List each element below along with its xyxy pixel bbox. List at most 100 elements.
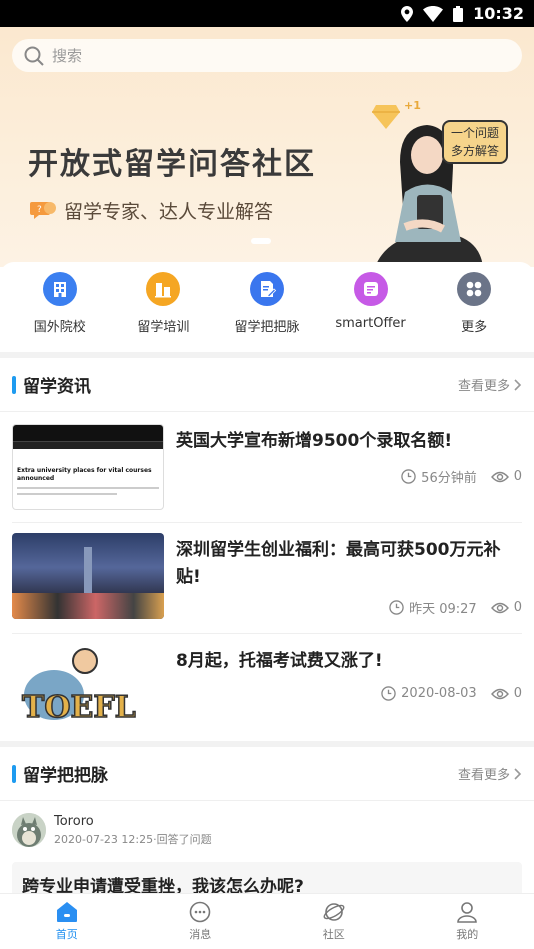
- battery-icon: [453, 5, 464, 22]
- news-meta: 2020-08-03 0: [381, 686, 522, 701]
- section-accent-bar: [12, 764, 16, 783]
- news-item[interactable]: 深圳留学生创业福利：最高可获500万元补贴! 昨天 09:27 0: [12, 533, 522, 634]
- home-icon: [56, 902, 77, 922]
- quicknav-schools[interactable]: 国外院校: [15, 272, 105, 352]
- banner-pager-dot: [251, 238, 271, 244]
- offer-icon: [353, 272, 388, 306]
- search-icon: [24, 46, 44, 66]
- clock-icon: [401, 469, 416, 484]
- qa-more-link[interactable]: 查看更多: [458, 764, 522, 783]
- quicknav-label: 更多: [461, 320, 488, 335]
- thumb-person: [72, 648, 98, 674]
- tab-label: 我的: [456, 928, 479, 941]
- news-meta: 昨天 09:27 0: [389, 598, 522, 617]
- location-icon: [401, 5, 414, 22]
- news-time-text: 昨天 09:27: [409, 602, 477, 617]
- quicknav-label: smartOffer: [335, 316, 406, 331]
- news-item[interactable]: TOEFL 8月起，托福考试费又涨了! 2020-08-03 0: [12, 644, 522, 739]
- promo-banner[interactable]: 搜索 开放式留学问答社区 ? 留学专家、达人专业解答 +1 一个问题 多方解答: [0, 27, 534, 267]
- news-views: 0: [490, 469, 522, 484]
- news-thumbnail: Extra university places for vital course…: [12, 424, 164, 510]
- thumb-tower: [84, 547, 92, 599]
- news-views: 0: [490, 686, 522, 701]
- thumb-header-bar: [13, 425, 163, 441]
- user-icon: [457, 902, 478, 923]
- qa-author[interactable]: Tororo 2020-07-23 12:25·回答了问题: [12, 813, 212, 847]
- tab-label: 首页: [55, 928, 78, 941]
- quicknav-label: 留学培训: [137, 320, 190, 335]
- tab-home[interactable]: 首页: [27, 901, 107, 942]
- status-bar: 10:32: [0, 0, 534, 27]
- eye-icon: [490, 688, 509, 699]
- thumb-headline: Extra university places for vital course…: [17, 467, 152, 482]
- tab-profile[interactable]: 我的: [427, 901, 507, 942]
- qa-section-title: 留学把把脉: [12, 761, 108, 786]
- quicknav-training[interactable]: 留学培训: [118, 272, 208, 352]
- clock-icon: [381, 686, 396, 701]
- news-item[interactable]: Extra university places for vital course…: [12, 424, 522, 523]
- news-body: 8月起，托福考试费又涨了! 2020-08-03 0: [176, 644, 522, 739]
- news-more-link[interactable]: 查看更多: [458, 375, 522, 394]
- news-title: 深圳留学生创业福利：最高可获500万元补贴!: [176, 540, 501, 587]
- chart-bar-icon: [146, 272, 181, 306]
- tab-label: 社区: [322, 928, 345, 941]
- app-screen: 10:32 搜索 开放式留学问答社区 ? 留学专家、达人专业解答 +1 一个问题…: [0, 0, 534, 949]
- news-time-text: 2020-08-03: [401, 686, 477, 701]
- news-views-text: 0: [513, 469, 522, 484]
- grid-icon: [457, 272, 492, 306]
- news-views-text: 0: [513, 600, 522, 615]
- news-views: 0: [490, 600, 522, 615]
- news-time: 2020-08-03: [381, 686, 477, 701]
- quicknav-label: 留学把把脉: [234, 320, 300, 335]
- news-section-header: 留学资讯 查看更多: [0, 358, 534, 412]
- note-line-2: 多方解答: [450, 144, 499, 158]
- note-bubble: 一个问题 多方解答: [442, 120, 508, 164]
- wifi-icon: [423, 5, 444, 22]
- quick-nav: 国外院校 留学培训 留学把把脉 smartOffer 更多: [0, 262, 534, 352]
- bottom-tab-bar: 首页 消息 社区 我的: [0, 893, 534, 949]
- chevron-right-icon: [514, 378, 522, 391]
- news-time: 昨天 09:27: [389, 598, 477, 617]
- banner-subtitle: ? 留学专家、达人专业解答: [30, 197, 273, 224]
- thumb-nav-bar: [13, 441, 163, 449]
- quicknav-smartoffer[interactable]: smartOffer: [326, 272, 416, 352]
- eye-icon: [490, 602, 509, 613]
- news-section-title-text: 留学资讯: [23, 377, 91, 397]
- author-name: Tororo: [54, 813, 94, 829]
- thumb-text-line: [17, 487, 159, 489]
- status-time: 10:32: [473, 4, 524, 23]
- news-section-title: 留学资讯: [12, 372, 91, 397]
- qa-author-details: Tororo 2020-07-23 12:25·回答了问题: [54, 814, 212, 847]
- news-body: 深圳留学生创业福利：最高可获500万元补贴! 昨天 09:27 0: [176, 533, 522, 633]
- qa-section-header: 留学把把脉 查看更多: [0, 747, 534, 801]
- news-thumbnail: [12, 533, 164, 619]
- qa-section-title-text: 留学把把脉: [23, 766, 108, 786]
- search-bar[interactable]: 搜索: [12, 39, 522, 72]
- news-title: 8月起，托福考试费又涨了!: [176, 651, 383, 671]
- quicknav-more[interactable]: 更多: [429, 272, 519, 352]
- message-icon: [189, 901, 211, 923]
- building-icon: [42, 272, 77, 306]
- news-title: 英国大学宣布新增9500个录取名额!: [176, 431, 453, 451]
- avatar[interactable]: [12, 813, 46, 847]
- banner-subtitle-text: 留学专家、达人专业解答: [64, 201, 274, 223]
- quicknav-label: 国外院校: [33, 320, 86, 335]
- quicknav-diagnosis[interactable]: 留学把把脉: [222, 272, 312, 352]
- clock-icon: [389, 600, 404, 615]
- search-placeholder: 搜索: [52, 47, 83, 65]
- tab-community[interactable]: 社区: [294, 901, 374, 942]
- section-accent-bar: [12, 375, 16, 394]
- author-activity: 2020-07-23 12:25·回答了问题: [54, 832, 212, 846]
- thumb-text-line: [17, 493, 117, 495]
- news-thumbnail: TOEFL: [12, 644, 164, 730]
- news-meta: 56分钟前 0: [401, 467, 522, 486]
- news-time: 56分钟前: [401, 467, 477, 486]
- news-time-text: 56分钟前: [421, 471, 477, 486]
- news-views-text: 0: [513, 686, 522, 701]
- thumb-city-lights: [12, 593, 164, 619]
- tab-label: 消息: [189, 928, 212, 941]
- tab-messages[interactable]: 消息: [160, 901, 240, 942]
- thumb-toefl-text: TOEFL: [21, 689, 136, 726]
- more-label: 查看更多: [457, 379, 510, 394]
- planet-icon: [323, 903, 345, 921]
